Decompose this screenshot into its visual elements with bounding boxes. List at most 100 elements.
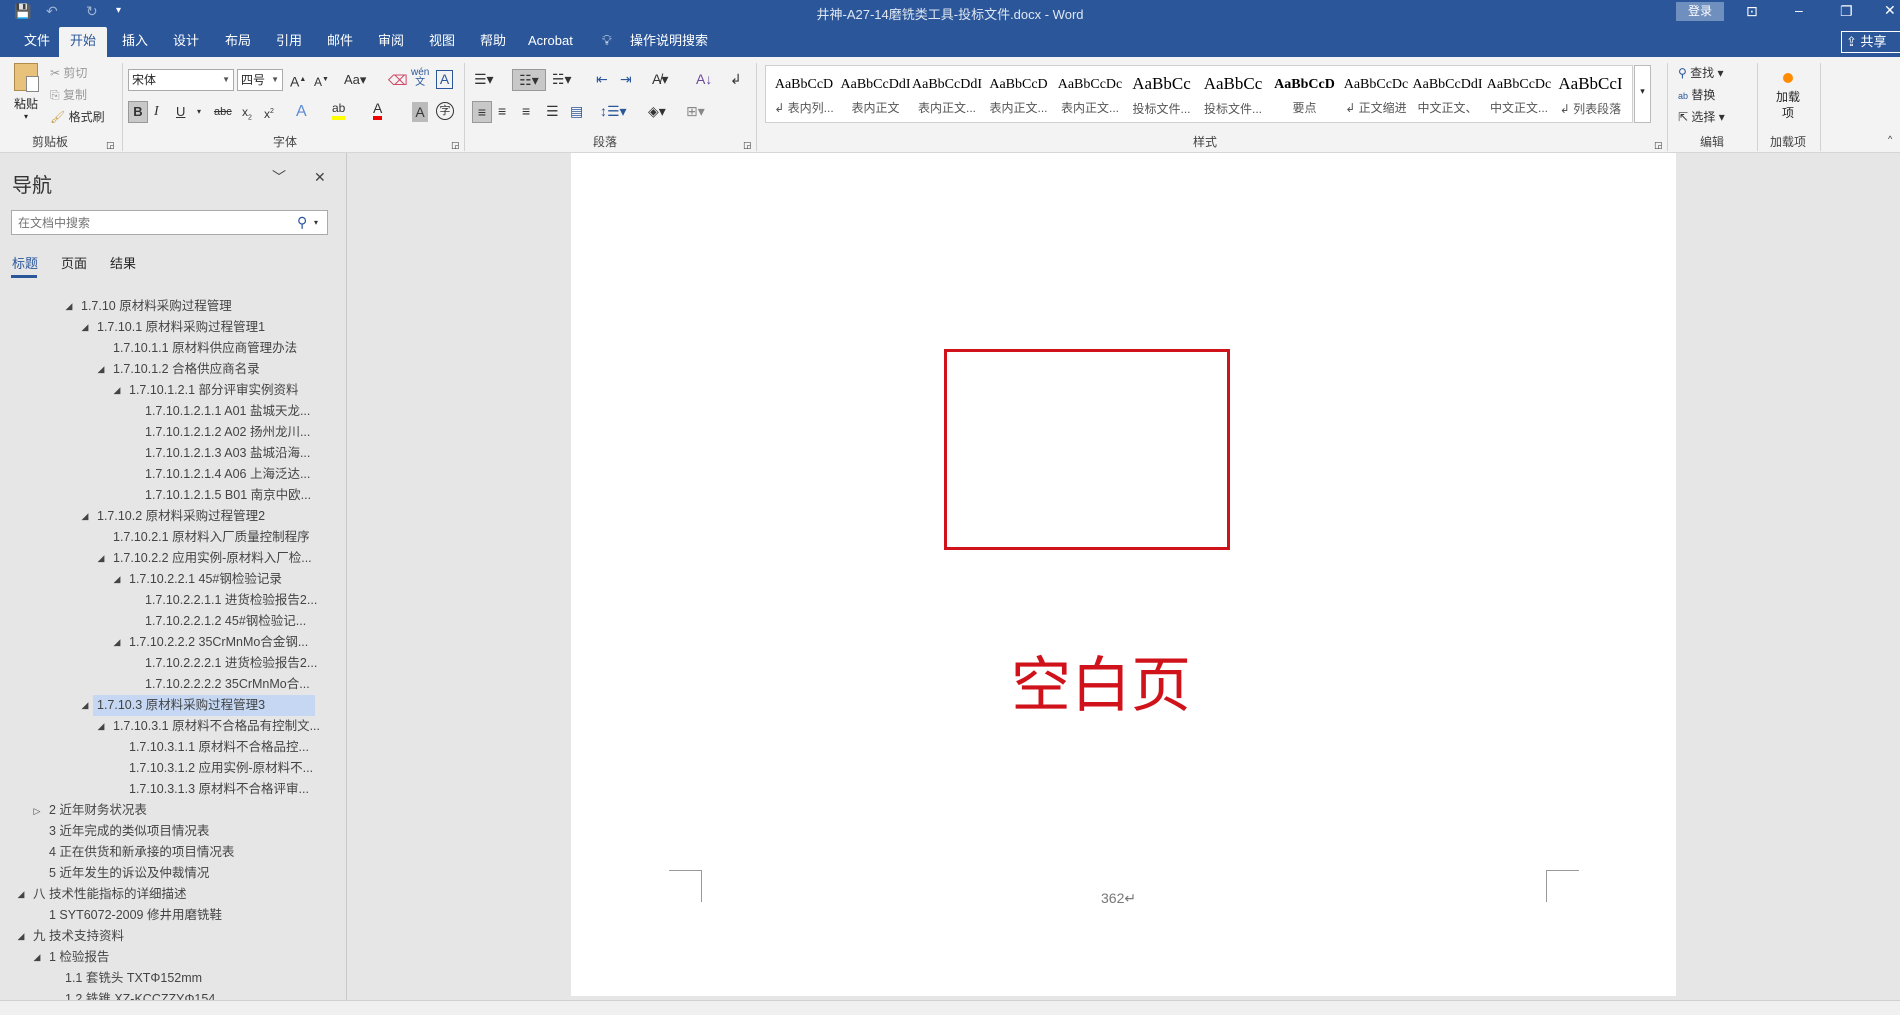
vertical-scrollbar[interactable] [1882, 153, 1900, 996]
nav-heading-item[interactable]: 1.7.10.2.2.1.1 进货检验报告2... [145, 590, 317, 611]
nav-heading-item[interactable]: 1.7.10.1.2.1 部分评审实例资料 [129, 380, 299, 401]
nav-close-icon[interactable]: ✕ [314, 167, 326, 187]
style-item[interactable]: AaBbCc 投标文件... [1126, 66, 1198, 124]
nav-heading-item[interactable]: 1.7.10.2.2.1.2 45#钢检验记... [145, 611, 306, 632]
collapse-ribbon-icon[interactable]: ^ [1888, 129, 1892, 149]
tab-file[interactable]: 文件 [18, 24, 56, 57]
undo-icon[interactable]: ↶ [46, 1, 58, 21]
nav-heading-item[interactable]: 1 检验报告 [49, 947, 109, 968]
nav-heading-item[interactable]: 1.7.10.2.2 应用实例-原材料入厂检... [113, 548, 312, 569]
grow-font-icon[interactable]: A▲ [290, 70, 306, 92]
font-color-icon[interactable]: A [373, 100, 383, 120]
style-item[interactable]: AaBbCcD 表内正文... [983, 66, 1055, 124]
underline-dropdown-icon[interactable]: ▾ [197, 102, 201, 122]
tab-home[interactable]: 开始 [59, 27, 107, 57]
style-item[interactable]: AaBbCcI ↲ 列表段落 [1555, 66, 1627, 124]
replace-button[interactable]: ab 替换 [1678, 86, 1715, 103]
nav-heading-item[interactable]: 1.7.10.1.2.1.2 A02 扬州龙川... [145, 422, 310, 443]
nav-heading-item[interactable]: 1.7.10.2.1 原材料入厂质量控制程序 [113, 527, 310, 548]
style-item[interactable]: AaBbCcDdI 表内正文 [840, 66, 912, 124]
copy-button[interactable]: ⎘ 复制 [50, 86, 87, 103]
font-size-select[interactable]: 四号 ▼ [237, 69, 283, 91]
phonetic-guide-icon[interactable]: wén 文 [411, 68, 429, 88]
style-item[interactable]: AaBbCc 投标文件... [1197, 66, 1269, 124]
nav-heading-item[interactable]: 1.7.10.2.2.2.2 35CrMnMo合... [145, 674, 310, 695]
expanded-triangle-icon[interactable]: ◢ [32, 951, 42, 963]
expanded-triangle-icon[interactable]: ◢ [96, 552, 106, 564]
underline-icon[interactable]: U [176, 102, 185, 122]
cut-button[interactable]: ✂ 剪切 [50, 64, 87, 81]
chinese-layout-icon[interactable]: A̸▾ [652, 69, 668, 89]
distributed-icon[interactable]: ▤ [570, 101, 583, 121]
show-formatting-marks-icon[interactable]: ↲ [730, 69, 742, 89]
tab-layout[interactable]: 布局 [219, 24, 257, 57]
expanded-triangle-icon[interactable]: ◢ [80, 510, 90, 522]
nav-heading-item[interactable]: 1.7.10.3.1 原材料不合格品有控制文... [113, 716, 320, 737]
style-item[interactable]: AaBbCcDc 中文正文... [1483, 66, 1555, 124]
nav-heading-item[interactable]: 1.1 套铣头 TXTΦ152mm [65, 968, 202, 989]
nav-options-chevron-icon[interactable]: ﹀ [272, 167, 286, 187]
shrink-font-icon[interactable]: A▼ [314, 70, 329, 92]
sort-icon[interactable]: A↓ [696, 69, 712, 89]
nav-heading-item[interactable]: 1.7.10.1.1 原材料供应商管理办法 [113, 338, 297, 359]
tab-insert[interactable]: 插入 [116, 24, 154, 57]
restore-icon[interactable]: ❐ [1840, 1, 1853, 21]
nav-heading-item[interactable]: 1.7.10.1.2 合格供应商名录 [113, 359, 260, 380]
styles-launcher-icon[interactable]: ◲ [1654, 135, 1663, 155]
subscript-icon[interactable]: x2 [242, 102, 252, 128]
expanded-triangle-icon[interactable]: ◢ [96, 363, 106, 375]
addins-button[interactable]: 加载项 [1764, 63, 1812, 121]
red-rectangle-shape[interactable] [944, 349, 1230, 550]
nav-heading-item[interactable]: 1.7.10.3.1.3 原材料不合格评审... [129, 779, 309, 800]
character-shading-icon[interactable]: A [412, 102, 428, 122]
bold-icon[interactable]: B [128, 101, 148, 123]
tab-help[interactable]: 帮助 [474, 24, 512, 57]
expanded-triangle-icon[interactable]: ◢ [96, 720, 106, 732]
style-item[interactable]: AaBbCcDc 表内正文... [1054, 66, 1126, 124]
tab-review[interactable]: 审阅 [372, 24, 410, 57]
nav-heading-item[interactable]: 八 技术性能指标的详细描述 [33, 884, 186, 905]
style-item[interactable]: AaBbCcD 要点 [1269, 66, 1341, 124]
strikethrough-icon[interactable]: abc [214, 102, 232, 122]
nav-tab-pages[interactable]: 页面 [61, 253, 87, 272]
find-button[interactable]: ⚲ 查找 ▾ [1678, 64, 1724, 81]
clear-formatting-icon[interactable]: ⌫ [388, 70, 408, 90]
decrease-indent-icon[interactable]: ⇤ [596, 69, 608, 89]
nav-heading-item[interactable]: 2 近年财务状况表 [49, 800, 147, 821]
style-item[interactable]: AaBbCcD ↲ 表内列... [768, 66, 840, 124]
ribbon-display-options-icon[interactable]: ⊡ [1746, 1, 1758, 21]
nav-search-box[interactable]: ⚲ ▾ [11, 210, 328, 235]
borders-icon[interactable]: ⊞▾ [686, 101, 705, 121]
tab-references[interactable]: 引用 [270, 24, 308, 57]
save-icon[interactable]: 💾 [14, 1, 31, 21]
font-name-select[interactable]: 宋体 ▼ [128, 69, 234, 91]
share-button[interactable]: ⇪ 共享 [1841, 31, 1900, 53]
expanded-triangle-icon[interactable]: ◢ [16, 888, 26, 900]
styles-more-button[interactable]: ▾ [1634, 65, 1651, 123]
nav-heading-item[interactable]: 1.7.10.3.1.1 原材料不合格品控... [129, 737, 309, 758]
enclose-characters-icon[interactable]: 字 [436, 102, 454, 120]
nav-tab-headings[interactable]: 标题 [12, 253, 38, 272]
nav-heading-item[interactable]: 5 近年发生的诉讼及仲裁情况 [49, 863, 209, 884]
nav-heading-item[interactable]: 1.7.10.1 原材料采购过程管理1 [97, 317, 265, 338]
change-case-icon[interactable]: Aa▾ [344, 70, 366, 90]
expanded-triangle-icon[interactable]: ◢ [64, 300, 74, 312]
expanded-triangle-icon[interactable]: ◢ [112, 636, 122, 648]
format-painter-button[interactable]: 🖌︎ 格式刷 [50, 108, 105, 125]
multilevel-list-icon[interactable]: ☵▾ [552, 69, 572, 89]
clipboard-launcher-icon[interactable]: ◲ [106, 135, 115, 155]
minimize-icon[interactable]: – [1795, 0, 1803, 20]
nav-heading-item[interactable]: 1 SYT6072-2009 修井用磨铣鞋 [49, 905, 222, 926]
customize-quick-access-icon[interactable]: ▾ [116, 1, 121, 21]
login-button[interactable]: 登录 [1676, 2, 1724, 21]
nav-search-input[interactable] [12, 211, 282, 234]
tab-acrobat[interactable]: Acrobat [522, 24, 579, 57]
numbering-icon[interactable]: ☷▾ [512, 69, 546, 91]
increase-indent-icon[interactable]: ⇥ [620, 69, 632, 89]
style-item[interactable]: AaBbCcDdI 表内正文... [911, 66, 983, 124]
text-effects-icon[interactable]: A [296, 102, 307, 122]
expanded-triangle-icon[interactable]: ◢ [112, 384, 122, 396]
font-launcher-icon[interactable]: ◲ [451, 135, 460, 155]
collapsed-triangle-icon[interactable]: ▷ [32, 805, 42, 817]
document-page[interactable]: 空白页 362↵ [571, 153, 1676, 996]
